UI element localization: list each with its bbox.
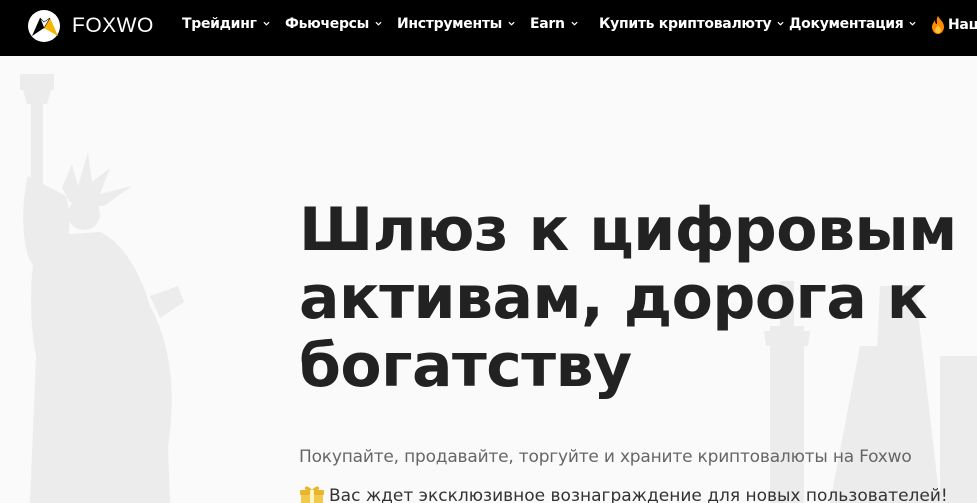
nav-item-label: Документация (789, 16, 904, 32)
nav-item-earn[interactable]: Earn (530, 16, 578, 32)
nav-item-label: Инструменты (397, 16, 503, 32)
nav-item-our[interactable]: Наш (931, 16, 977, 34)
fire-icon (932, 16, 944, 34)
hero-subtitle: Покупайте, продавайте, торгуйте и хранит… (299, 447, 912, 467)
brand-name: FOXWO (72, 14, 154, 37)
chevron-down-icon (909, 21, 917, 26)
fox-logo-icon (28, 10, 60, 42)
nav-item-buy-crypto[interactable]: Купить криптовалюту (599, 16, 784, 32)
nav-item-label: Наш (948, 17, 977, 33)
nav-item-label: Earn (530, 16, 565, 32)
chevron-down-icon (777, 21, 784, 26)
nav-item-label: Купить криптовалюту (599, 16, 772, 32)
gift-icon (300, 486, 324, 503)
new-user-promo[interactable]: Вас ждет эксклюзивное вознаграждение для… (299, 485, 948, 503)
nav-item-futures[interactable]: Фьючерсы (285, 16, 382, 32)
chevron-down-icon (375, 21, 382, 26)
nav-item-label: Фьючерсы (285, 16, 370, 32)
brand-logo[interactable]: FOXWO (26, 8, 154, 44)
nav-item-trading[interactable]: Трейдинг (182, 16, 270, 32)
hero-title: Шлюз к цифровым активам, дорога к богатс… (299, 195, 957, 401)
nav-item-tools[interactable]: Инструменты (397, 16, 515, 32)
chevron-down-icon (263, 21, 270, 26)
statue-of-liberty-silhouette (20, 74, 184, 503)
top-navbar: FOXWO Трейдинг Фьючерсы Инструменты Earn… (0, 0, 977, 56)
nav-item-docs[interactable]: Документация (789, 16, 917, 32)
chevron-down-icon (571, 21, 578, 26)
promo-text: Вас ждет эксклюзивное вознаграждение для… (329, 486, 948, 503)
chevron-down-icon (508, 21, 515, 26)
nav-item-label: Трейдинг (182, 16, 257, 32)
